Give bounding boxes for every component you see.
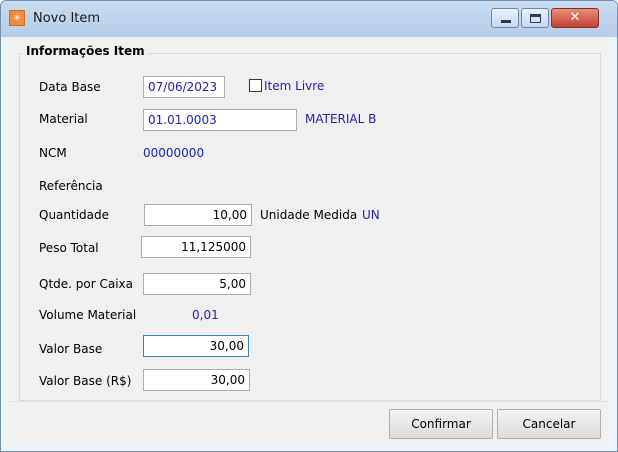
peso-total-input[interactable]: 11,125000 [141, 236, 251, 258]
unidade-medida-value: UN [362, 208, 380, 222]
data-base-label: Data Base [39, 80, 101, 94]
close-icon: ✕ [569, 10, 581, 25]
ncm-label: NCM [39, 146, 67, 160]
quantidade-input[interactable]: 10,00 [144, 204, 252, 226]
valor-base-rs-label: Valor Base (R$) [39, 374, 132, 388]
title-bar[interactable]: ✳ Novo Item ✕ [1, 1, 617, 37]
info-groupbox [19, 53, 601, 401]
material-input[interactable]: 01.01.0003 [143, 109, 297, 131]
maximize-button[interactable] [521, 8, 549, 28]
item-livre-checkbox[interactable] [249, 79, 262, 92]
cancelar-button[interactable]: Cancelar [497, 409, 601, 439]
group-title: Informações Item [23, 44, 148, 58]
quantidade-label: Quantidade [39, 208, 110, 222]
referencia-label: Referência [39, 179, 103, 193]
valor-base-label: Valor Base [39, 342, 103, 356]
app-icon: ✳ [9, 10, 25, 26]
valor-base-input[interactable]: 30,00 [143, 335, 249, 357]
maximize-icon [530, 14, 541, 23]
qtde-caixa-input[interactable]: 5,00 [143, 273, 251, 295]
confirmar-button[interactable]: Confirmar [389, 409, 493, 439]
data-base-input[interactable]: 07/06/2023 [143, 76, 225, 98]
dialog-body: Informações Item Data Base 07/06/2023 It… [9, 37, 609, 443]
ncm-value: 00000000 [143, 146, 205, 160]
button-separator [9, 401, 609, 402]
material-label: Material [39, 112, 88, 126]
close-button[interactable]: ✕ [551, 8, 599, 28]
qtde-caixa-label: Qtde. por Caixa [39, 277, 134, 291]
material-description: MATERIAL B [305, 112, 377, 126]
peso-total-label: Peso Total [39, 241, 99, 255]
volume-material-value: 0,01 [192, 308, 219, 322]
dialog-window: ✳ Novo Item ✕ Informações Item Data Base… [0, 0, 618, 452]
minimize-icon [501, 20, 511, 23]
item-livre-label[interactable]: Item Livre [264, 79, 324, 93]
minimize-button[interactable] [491, 8, 519, 28]
volume-material-label: Volume Material [39, 308, 137, 322]
unidade-medida-label: Unidade Medida [260, 208, 358, 222]
window-title: Novo Item [33, 11, 101, 26]
valor-base-rs-input[interactable]: 30,00 [143, 369, 250, 391]
